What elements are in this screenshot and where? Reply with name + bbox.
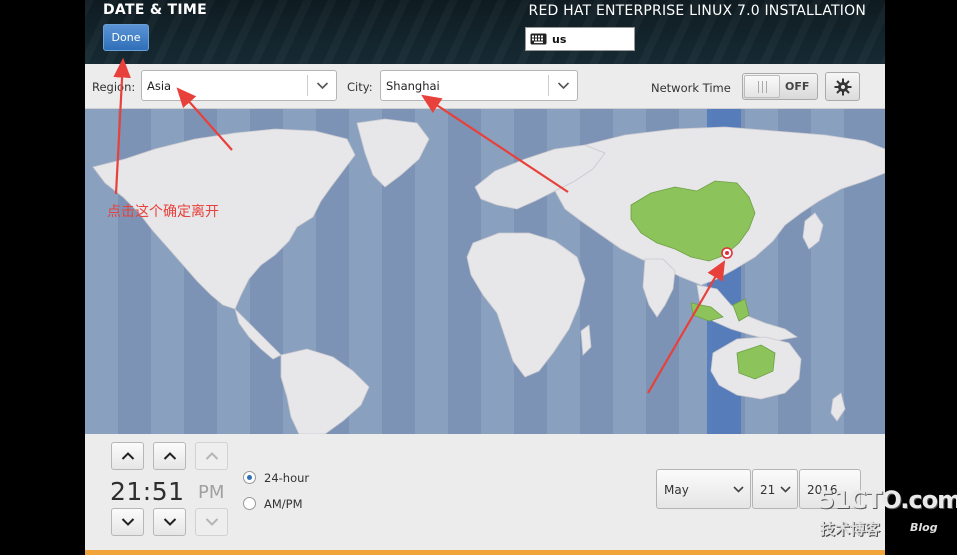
month-select[interactable]: May <box>656 469 751 509</box>
chevron-down-icon <box>205 518 218 526</box>
watermark-blog: Blog <box>910 521 938 534</box>
toggle-knob <box>744 75 780 98</box>
ampm-display: PM <box>198 482 225 503</box>
timezone-toolbar: Region: Asia City: Shanghai Network Time… <box>85 64 885 109</box>
accent-bar <box>85 550 885 555</box>
timezone-map[interactable] <box>85 109 885 434</box>
format-24h-radio[interactable] <box>243 471 256 484</box>
hour-up-button[interactable] <box>111 442 144 470</box>
header-bar: DATE & TIME Done RED HAT ENTERPRISE LINU… <box>85 0 885 64</box>
city-value: Shanghai <box>386 79 440 93</box>
toggle-state: OFF <box>785 80 810 93</box>
format-ampm-radio[interactable] <box>243 497 256 510</box>
format-ampm-label: AM/PM <box>264 497 303 511</box>
chevron-down-icon <box>557 82 570 90</box>
chevron-down-icon <box>316 82 329 90</box>
network-time-label: Network Time <box>651 81 731 95</box>
day-value: 21 <box>760 483 776 497</box>
hour-down-button[interactable] <box>111 508 144 536</box>
watermark: 51CTO.com 技术博客 Blog <box>818 486 957 546</box>
time-date-panel: 21:51 PM 24-hour AM/PM May 21 2016 <box>85 434 885 555</box>
done-button[interactable]: Done <box>103 24 149 51</box>
chevron-down-icon <box>733 486 744 493</box>
minute-up-button[interactable] <box>153 442 186 470</box>
annotation-text: 点击这个确定离开 <box>107 204 219 220</box>
city-select[interactable]: Shanghai <box>380 70 578 101</box>
chevron-up-icon <box>121 452 134 460</box>
ampm-up-button[interactable] <box>195 442 228 470</box>
region-value: Asia <box>147 79 172 93</box>
chevron-down-icon <box>780 486 791 493</box>
ntp-settings-button[interactable] <box>825 72 860 101</box>
screenshot: DATE & TIME Done RED HAT ENTERPRISE LINU… <box>0 0 957 555</box>
month-value: May <box>664 483 689 497</box>
keyboard-layout-label: us <box>552 32 567 46</box>
minute-down-button[interactable] <box>153 508 186 536</box>
keyboard-icon <box>530 33 547 45</box>
city-marker-shanghai <box>721 247 733 259</box>
format-24h-label: 24-hour <box>264 471 310 485</box>
gear-icon <box>834 78 851 95</box>
city-label: City: <box>347 80 373 94</box>
region-select[interactable]: Asia <box>141 70 337 101</box>
ampm-down-button[interactable] <box>195 508 228 536</box>
network-time-toggle[interactable]: OFF <box>742 73 818 100</box>
installer-window: DATE & TIME Done RED HAT ENTERPRISE LINU… <box>85 0 885 555</box>
time-display: 21:51 <box>110 477 185 506</box>
day-select[interactable]: 21 <box>752 469 798 509</box>
screen-title: DATE & TIME <box>103 2 207 18</box>
region-label: Region: <box>92 80 136 94</box>
watermark-main: 51CTO.com <box>818 486 957 514</box>
chevron-down-icon <box>163 518 176 526</box>
chevron-up-icon <box>163 452 176 460</box>
chevron-up-icon <box>205 452 218 460</box>
chevron-down-icon <box>121 518 134 526</box>
keyboard-layout-indicator[interactable]: us <box>525 27 635 51</box>
watermark-sub: 技术博客 <box>820 520 881 538</box>
product-title: RED HAT ENTERPRISE LINUX 7.0 INSTALLATIO… <box>528 3 866 19</box>
